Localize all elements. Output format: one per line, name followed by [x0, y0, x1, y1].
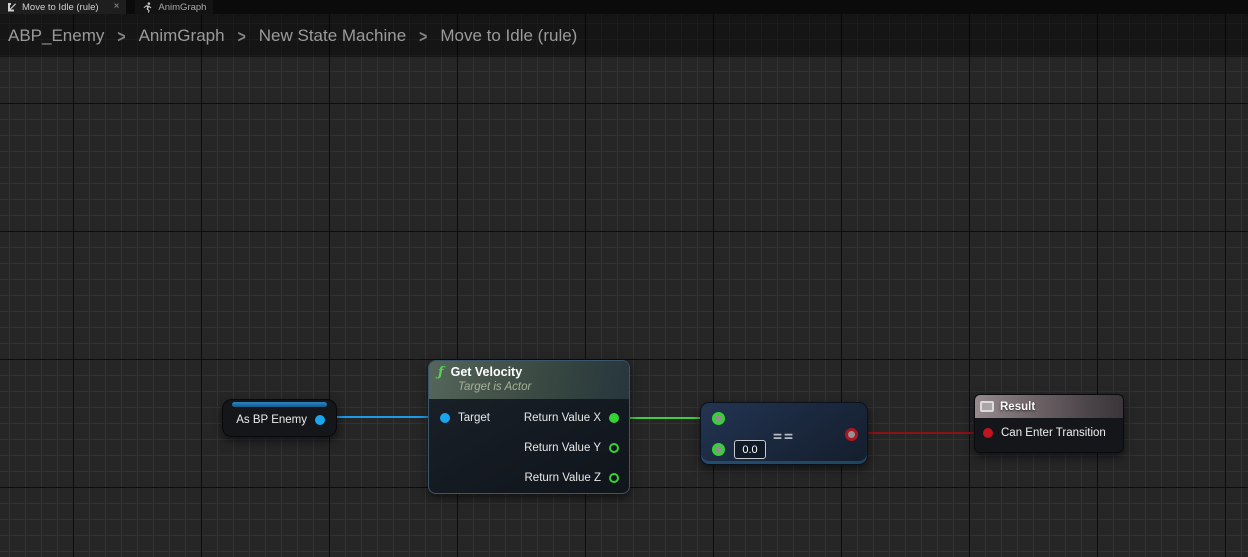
equals-operator-label: ==: [772, 427, 796, 445]
return-value-x-label: Return Value X: [523, 412, 601, 424]
node-title: Get Velocity: [450, 365, 523, 379]
breadcrumb: ABP_Enemy > AnimGraph > New State Machin…: [0, 14, 1248, 57]
return-value-y-label: Return Value Y: [524, 442, 601, 454]
tab-move-to-idle-rule[interactable]: Move to Idle (rule) ×: [0, 0, 127, 14]
return-value-y-pin[interactable]: [609, 443, 619, 453]
chevron-right-icon: >: [237, 25, 246, 46]
node-equals[interactable]: ==: [700, 402, 868, 465]
wire-object-as-bp-enemy-to-target[interactable]: [326, 416, 440, 418]
return-value-z-pin[interactable]: [609, 473, 619, 483]
wire-bool-equals-to-result[interactable]: [857, 432, 985, 434]
return-value-x-pin[interactable]: [609, 413, 619, 423]
can-enter-transition-pin[interactable]: [983, 428, 993, 438]
node-as-bp-enemy[interactable]: As BP Enemy: [222, 399, 337, 437]
equals-input-a-pin[interactable]: [712, 412, 725, 425]
tab-animgraph[interactable]: AnimGraph: [135, 0, 214, 14]
running-person-icon: [142, 1, 153, 13]
breadcrumb-item-animgraph[interactable]: AnimGraph: [139, 26, 225, 46]
tab-bar: Move to Idle (rule) × AnimGraph: [0, 0, 1248, 14]
node-result[interactable]: Result Can Enter Transition: [974, 394, 1124, 453]
function-icon: ƒ: [438, 365, 444, 380]
node-get-velocity[interactable]: ƒ Get Velocity Target is Actor Target Re…: [428, 360, 630, 494]
variable-type-strip: [232, 402, 327, 407]
tab-label: Move to Idle (rule): [22, 1, 99, 13]
target-pin[interactable]: [440, 413, 450, 423]
node-title: Result: [1000, 400, 1036, 413]
chevron-right-icon: >: [419, 25, 428, 46]
target-pin-label: Target: [458, 412, 490, 424]
chevron-right-icon: >: [117, 25, 126, 46]
as-bp-enemy-output-pin[interactable]: [315, 415, 325, 425]
node-header: ƒ Get Velocity Target is Actor: [429, 361, 629, 399]
breadcrumb-item-new-state-machine[interactable]: New State Machine: [259, 26, 406, 46]
result-node-icon: [980, 401, 994, 412]
close-icon[interactable]: ×: [114, 2, 120, 12]
variable-label: As BP Enemy: [236, 414, 307, 426]
equals-output-pin[interactable]: [845, 428, 858, 441]
tab-label: AnimGraph: [158, 1, 207, 13]
transition-rule-icon: [7, 2, 17, 12]
node-subtitle: Target is Actor: [458, 381, 532, 393]
node-header: Result: [975, 395, 1123, 418]
breadcrumb-item-move-to-idle-rule[interactable]: Move to Idle (rule): [440, 26, 577, 46]
breadcrumb-item-abp-enemy[interactable]: ABP_Enemy: [8, 26, 104, 46]
can-enter-transition-label: Can Enter Transition: [1001, 427, 1106, 439]
blueprint-transition-graph-editor: Move to Idle (rule) × AnimGraph ABP_Enem…: [0, 0, 1248, 557]
return-value-z-label: Return Value Z: [524, 472, 602, 484]
